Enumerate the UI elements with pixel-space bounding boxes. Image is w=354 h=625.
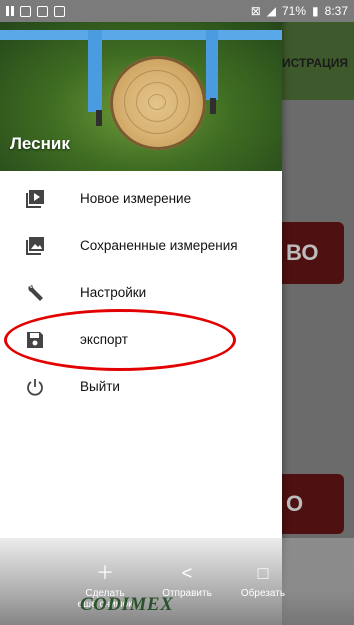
menu-item-saved-measurements[interactable]: Сохраненные измерения [0, 222, 282, 269]
background-button-lower: О [282, 474, 344, 534]
brand-logo: CODIMEX [80, 594, 174, 615]
menu-item-label: Сохраненные измерения [80, 238, 238, 253]
caliper-leg [206, 30, 218, 100]
background-button-lower-text: О [286, 491, 304, 516]
crop-button[interactable]: □ Обрезать [228, 564, 298, 599]
drawer-header-image: Лесник [0, 22, 282, 171]
pause-icon [6, 6, 14, 16]
wrench-icon [24, 282, 46, 304]
plus-icon: ＋ [96, 563, 114, 583]
crop-label: Обрезать [240, 588, 286, 599]
battery-level: 71% [282, 4, 307, 18]
screenshot-action-bar: ＋ Сделать еще снимок < Отправить □ Обрез… [0, 538, 354, 625]
status-bar: ⊠ ◢ 71% ▮ 8:37 [0, 0, 354, 22]
log-cross-section [110, 56, 206, 150]
background-header: ИСТРАЦИЯ [282, 22, 354, 100]
background-button-text: ВО [286, 240, 319, 265]
video-library-icon [24, 188, 46, 210]
power-icon [24, 376, 46, 398]
background-button: ВО [282, 222, 344, 284]
caliper-tip [210, 98, 216, 114]
highlight-annotation-oval [4, 309, 236, 371]
notification-icons [6, 5, 65, 17]
caliper-bar [0, 30, 282, 40]
menu-item-label: Настройки [80, 285, 147, 300]
system-indicators: ⊠ ◢ 71% ▮ 8:37 [251, 4, 348, 18]
screenshot-icon [54, 5, 65, 17]
caliper-tip [96, 110, 102, 126]
photo-library-icon [24, 235, 46, 257]
gallery-icon [37, 5, 48, 17]
menu-item-label: Выйти [80, 379, 120, 394]
clock: 8:37 [324, 4, 348, 18]
signal-icon: ◢ [266, 4, 276, 18]
mute-icon: ⊠ [250, 4, 261, 18]
menu-item-new-measurement[interactable]: Новое измерение [0, 175, 282, 222]
share-icon: < [181, 563, 193, 583]
drawer-title: Лесник [10, 134, 70, 153]
crop-icon: □ [257, 563, 269, 583]
battery-icon: ▮ [312, 4, 319, 18]
caliper-leg [88, 30, 102, 112]
background-header-text: ИСТРАЦИЯ [282, 56, 348, 70]
notification-icon [20, 5, 31, 17]
menu-item-label: Новое измерение [80, 191, 192, 206]
drawer-menu: Новое измерение Сохраненные измерения На… [0, 175, 282, 410]
